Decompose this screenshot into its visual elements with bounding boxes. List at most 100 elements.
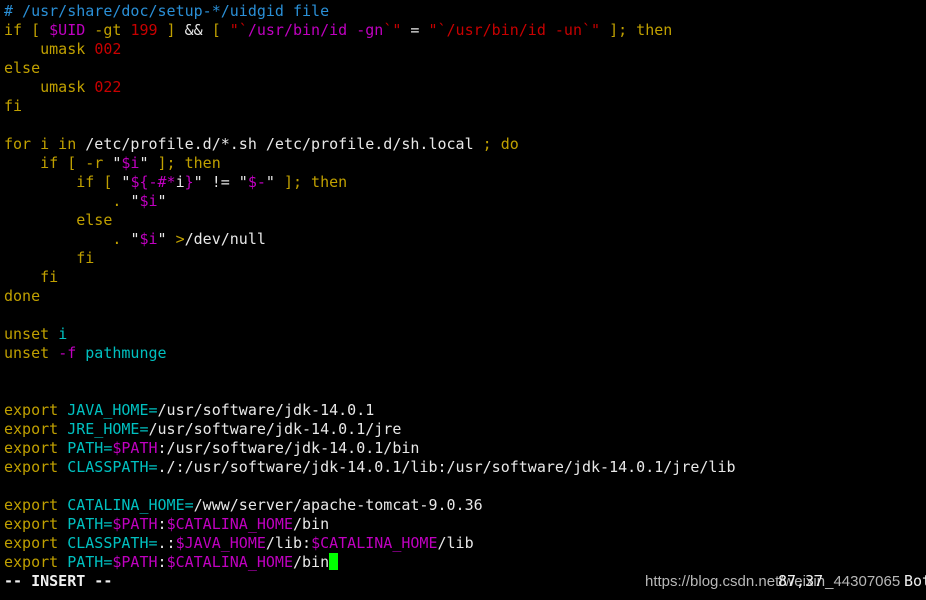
- token-keyword: if [ -r: [4, 154, 113, 172]
- code-line[interactable]: export CLASSPATH=./:/usr/software/jdk-14…: [4, 458, 736, 477]
- token-string: "`/usr/bin/id -un`": [428, 21, 601, 39]
- code-line[interactable]: export CATALINA_HOME=/www/server/apache-…: [4, 496, 736, 515]
- code-line[interactable]: if [ "${-#*i}" != "$-" ]; then: [4, 173, 736, 192]
- token-var: $JAVA_HOME: [175, 534, 266, 552]
- token-comment: # /usr/share/doc/setup-*/uidgid file: [4, 2, 330, 20]
- token-var: /usr/bin/id -gn: [247, 21, 384, 39]
- code-line[interactable]: done: [4, 287, 736, 306]
- code-line[interactable]: export JRE_HOME=/usr/software/jdk-14.0.1…: [4, 420, 736, 439]
- text-cursor: [329, 553, 339, 570]
- code-line[interactable]: unset i: [4, 325, 736, 344]
- code-line[interactable]: . "$i": [4, 192, 736, 211]
- code-line[interactable]: else: [4, 211, 736, 230]
- token-keyword: unset: [4, 325, 59, 343]
- token-keyword: ; do: [482, 135, 519, 153]
- token-var: $CATALINA_HOME: [311, 534, 438, 552]
- token-number: 022: [94, 78, 122, 96]
- token-var: $CATALINA_HOME: [166, 515, 293, 533]
- mode-indicator: -- INSERT --: [4, 572, 113, 590]
- code-line[interactable]: export PATH=$PATH:$CATALINA_HOME/bin: [4, 515, 736, 534]
- token-ident: JAVA_HOME=: [67, 401, 158, 419]
- token-keyword: ]; then: [148, 154, 221, 172]
- code-line[interactable]: else: [4, 59, 736, 78]
- token-keyword: umask: [4, 40, 95, 58]
- vim-editor-buffer[interactable]: # /usr/share/doc/setup-*/uidgid file if […: [4, 2, 736, 572]
- token-text: ": [139, 154, 149, 172]
- token-string: "`: [229, 21, 248, 39]
- token-keyword: -gt: [85, 21, 131, 39]
- token-text: ": [265, 173, 275, 191]
- token-var: $i: [121, 154, 140, 172]
- token-var: $PATH: [112, 515, 158, 533]
- code-line[interactable]: export JAVA_HOME=/usr/software/jdk-14.0.…: [4, 401, 736, 420]
- token-keyword: .: [4, 230, 131, 248]
- token-text: /bin: [293, 515, 330, 533]
- watermark: https://blog.csdn.net/weixin_44307065: [645, 573, 901, 590]
- scroll-position: Bot: [904, 572, 926, 590]
- token-text: ./:/usr/software/jdk-14.0.1/lib:/usr/sof…: [157, 458, 736, 476]
- token-keyword: >: [175, 230, 185, 248]
- code-line[interactable]: for i in /etc/profile.d/*.sh /etc/profil…: [4, 135, 736, 154]
- token-keyword: fi: [4, 249, 95, 267]
- token-keyword: export: [4, 496, 68, 514]
- token-text: :: [157, 515, 167, 533]
- token-text: ": [157, 192, 167, 210]
- token-keyword: if [: [4, 21, 50, 39]
- token-text: /bin: [293, 553, 330, 571]
- token-text: /lib: [437, 534, 474, 552]
- token-keyword: export: [4, 553, 68, 571]
- code-line[interactable]: [4, 477, 736, 496]
- token-ident: CLASSPATH=: [67, 458, 158, 476]
- token-keyword: ]; then: [274, 173, 348, 191]
- token-ident: PATH=: [67, 439, 113, 457]
- code-line[interactable]: . "$i" >/dev/null: [4, 230, 736, 249]
- token-var: $UID: [49, 21, 86, 39]
- token-text: /usr/software/jdk-14.0.1: [157, 401, 375, 419]
- token-ident: CLASSPATH=: [67, 534, 158, 552]
- code-line[interactable]: [4, 382, 736, 401]
- code-line[interactable]: [4, 363, 736, 382]
- code-line[interactable]: if [ $UID -gt 199 ] && [ "`/usr/bin/id -…: [4, 21, 736, 40]
- code-line[interactable]: export CLASSPATH=.:$JAVA_HOME/lib:$CATAL…: [4, 534, 736, 553]
- code-line[interactable]: unset -f pathmunge: [4, 344, 736, 363]
- code-line[interactable]: export PATH=$PATH:$CATALINA_HOME/bin: [4, 553, 736, 572]
- token-text: /dev/null: [184, 230, 266, 248]
- cursor-ruler: 87,37: [778, 572, 824, 590]
- token-string: `": [383, 21, 402, 39]
- token-ident: pathmunge: [85, 344, 167, 362]
- code-line[interactable]: # /usr/share/doc/setup-*/uidgid file: [4, 2, 736, 21]
- token-text: .:: [157, 534, 176, 552]
- token-text: &&: [184, 21, 212, 39]
- token-text: :: [157, 553, 167, 571]
- token-keyword: done: [4, 287, 41, 305]
- code-line[interactable]: fi: [4, 268, 736, 287]
- token-var: $i: [139, 230, 158, 248]
- token-keyword: else: [4, 59, 41, 77]
- token-keyword: unset: [4, 344, 59, 362]
- code-line[interactable]: umask 022: [4, 78, 736, 97]
- token-text: /lib:: [265, 534, 312, 552]
- code-line[interactable]: export PATH=$PATH:/usr/software/jdk-14.0…: [4, 439, 736, 458]
- token-text: =: [401, 21, 429, 39]
- code-line[interactable]: [4, 306, 736, 325]
- token-keyword: fi: [4, 268, 59, 286]
- token-ident: PATH=: [67, 515, 113, 533]
- token-keyword: [: [211, 21, 230, 39]
- token-number: 199: [130, 21, 158, 39]
- token-var: -f: [58, 344, 86, 362]
- token-ident: JRE_HOME=: [67, 420, 149, 438]
- code-line[interactable]: if [ -r "$i" ]; then: [4, 154, 736, 173]
- token-keyword: for i in: [4, 135, 86, 153]
- token-var: $PATH: [112, 553, 158, 571]
- token-text: ": [157, 230, 176, 248]
- token-var: ${-#*: [130, 173, 176, 191]
- code-line[interactable]: umask 002: [4, 40, 736, 59]
- token-text: /usr/software/jdk-14.0.1/jre: [148, 420, 402, 438]
- code-line[interactable]: fi: [4, 249, 736, 268]
- token-text: i: [175, 173, 185, 191]
- token-ident: i: [58, 325, 68, 343]
- code-line[interactable]: fi: [4, 97, 736, 116]
- token-keyword: export: [4, 515, 68, 533]
- token-var: $i: [139, 192, 158, 210]
- code-line[interactable]: [4, 116, 736, 135]
